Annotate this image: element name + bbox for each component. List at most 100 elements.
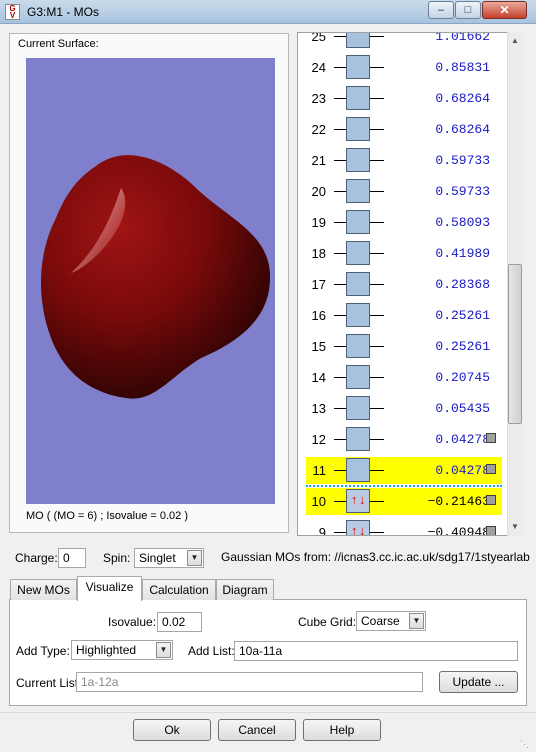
chevron-down-icon[interactable]: ▼ xyxy=(409,613,424,629)
tab-diagram[interactable]: Diagram xyxy=(216,579,274,600)
maximize-icon[interactable]: □ xyxy=(455,1,481,19)
mo-level-line xyxy=(370,284,384,285)
mo-level-box[interactable] xyxy=(346,272,370,296)
mo-energy: 0.04278 xyxy=(435,463,490,478)
mo-number: 19 xyxy=(311,215,326,230)
mo-row[interactable]: 14 0.20745 xyxy=(306,364,502,391)
mo-row[interactable]: 10 ↑ ↓ −0.21463 xyxy=(306,488,502,515)
add-list-input[interactable]: 10a-11a xyxy=(234,641,518,661)
tab-new-mos[interactable]: New MOs xyxy=(10,579,77,600)
mo-level-box[interactable] xyxy=(346,33,370,48)
mo-row[interactable]: 9 ↑ ↓ −0.40948 xyxy=(306,519,502,536)
mo-level-box[interactable] xyxy=(346,117,370,141)
mo-row[interactable]: 12 0.04278 xyxy=(306,426,502,453)
mo-level-box[interactable]: ↑ ↓ xyxy=(346,520,370,536)
mo-level-box[interactable] xyxy=(346,55,370,79)
mo-level-line xyxy=(334,222,346,223)
isovalue-input[interactable]: 0.02 xyxy=(157,612,202,632)
add-type-select[interactable]: Highlighted ▼ xyxy=(71,640,173,660)
scroll-down-icon[interactable]: ▼ xyxy=(507,519,523,535)
spin-down-icon: ↓ xyxy=(359,492,366,507)
mo-level-box[interactable] xyxy=(346,179,370,203)
mo-level-box[interactable] xyxy=(346,427,370,451)
gaussview-doc-icon[interactable]: GV xyxy=(5,4,20,20)
charge-input[interactable]: 0 xyxy=(58,548,86,568)
mo-row[interactable]: 11 0.04278 xyxy=(306,457,502,484)
mo-level-box[interactable] xyxy=(346,210,370,234)
mo-isosurface[interactable] xyxy=(26,58,275,504)
mo-energy: 0.04278 xyxy=(435,432,490,447)
mo-level-line xyxy=(334,129,346,130)
mo-level-box[interactable] xyxy=(346,458,370,482)
mo-number: 14 xyxy=(311,370,326,385)
mo-energy: 0.59733 xyxy=(435,184,490,199)
ok-button[interactable]: Ok xyxy=(133,719,211,741)
mo-level-box[interactable] xyxy=(346,241,370,265)
mo-select-checkbox[interactable] xyxy=(486,464,496,474)
mo-energy: −0.40948 xyxy=(427,525,490,536)
help-button[interactable]: Help xyxy=(303,719,381,741)
mo-row[interactable]: 13 0.05435 xyxy=(306,395,502,422)
mo-level-line xyxy=(370,408,384,409)
mo-level-box[interactable] xyxy=(346,86,370,110)
surface-viewport[interactable] xyxy=(26,58,275,504)
mo-level-line xyxy=(370,439,384,440)
mo-row[interactable]: 16 0.25261 xyxy=(306,302,502,329)
scrollbar-thumb[interactable] xyxy=(508,264,522,424)
spin-down-icon: ↓ xyxy=(359,523,366,536)
mo-level-box[interactable] xyxy=(346,303,370,327)
isovalue-label: Isovalue: xyxy=(108,615,157,629)
scroll-up-icon[interactable]: ▲ xyxy=(507,33,523,49)
cancel-button[interactable]: Cancel xyxy=(218,719,296,741)
mo-row[interactable]: 20 0.59733 xyxy=(306,178,502,205)
mo-number: 24 xyxy=(311,60,326,75)
chevron-down-icon[interactable]: ▼ xyxy=(156,642,171,658)
mo-level-line xyxy=(334,315,346,316)
chevron-down-icon[interactable]: ▼ xyxy=(187,550,202,566)
mo-number: 18 xyxy=(311,246,326,261)
mo-row[interactable]: 23 0.68264 xyxy=(306,85,502,112)
mo-energy: 0.41989 xyxy=(435,246,490,261)
mo-level-line xyxy=(370,129,384,130)
mo-energy-list[interactable]: 25 1.01662 24 0.85831 23 0.68264 22 0.68264 21 0.… xyxy=(297,32,523,536)
mo-level-box[interactable] xyxy=(346,148,370,172)
mo-row[interactable]: 18 0.41989 xyxy=(306,240,502,267)
mo-row[interactable]: 19 0.58093 xyxy=(306,209,502,236)
mo-row[interactable]: 24 0.85831 xyxy=(306,54,502,81)
mo-level-box[interactable]: ↑ ↓ xyxy=(346,489,370,513)
mo-level-line xyxy=(334,408,346,409)
mo-level-line xyxy=(334,160,346,161)
tab-calculation[interactable]: Calculation xyxy=(142,579,216,600)
mo-number: 13 xyxy=(311,401,326,416)
mo-select-checkbox[interactable] xyxy=(486,526,496,535)
tab-visualize[interactable]: Visualize xyxy=(77,576,142,601)
mo-select-checkbox[interactable] xyxy=(486,495,496,505)
mo-level-box[interactable] xyxy=(346,334,370,358)
minimize-icon[interactable]: – xyxy=(428,1,454,19)
mo-row[interactable]: 25 1.01662 xyxy=(306,33,502,50)
add-type-value: Highlighted xyxy=(76,643,137,657)
mo-select-checkbox[interactable] xyxy=(486,433,496,443)
resize-grip-icon[interactable]: ⋱ xyxy=(520,738,532,750)
mo-level-line xyxy=(334,501,346,502)
mo-level-box[interactable] xyxy=(346,365,370,389)
mo-number: 9 xyxy=(318,525,326,536)
mo-row[interactable]: 15 0.25261 xyxy=(306,333,502,360)
mo-row[interactable]: 21 0.59733 xyxy=(306,147,502,174)
mo-level-line xyxy=(370,191,384,192)
mo-level-line xyxy=(370,501,384,502)
add-list-label: Add List: xyxy=(188,644,235,658)
mo-level-box[interactable] xyxy=(346,396,370,420)
current-surface-label: Current Surface: xyxy=(18,38,99,50)
spin-select[interactable]: Singlet ▼ xyxy=(134,548,204,568)
homo-lumo-divider xyxy=(306,485,502,487)
update-button[interactable]: Update ... xyxy=(439,671,518,693)
mo-level-line xyxy=(334,346,346,347)
mo-number: 17 xyxy=(311,277,326,292)
mo-row[interactable]: 22 0.68264 xyxy=(306,116,502,143)
spin-select-value: Singlet xyxy=(139,551,176,565)
close-icon[interactable]: ✕ xyxy=(482,1,527,19)
mo-row[interactable]: 17 0.28368 xyxy=(306,271,502,298)
cube-grid-select[interactable]: Coarse ▼ xyxy=(356,611,426,631)
mo-level-line xyxy=(334,98,346,99)
